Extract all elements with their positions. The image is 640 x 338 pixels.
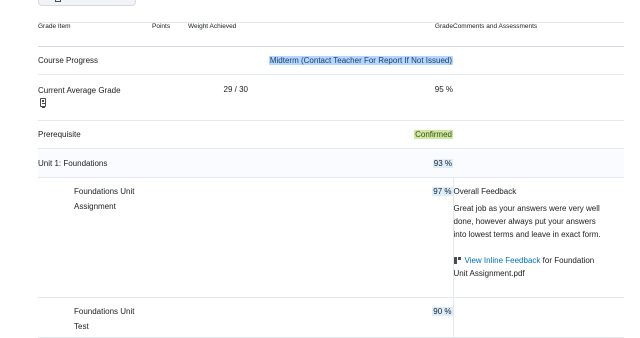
grade-value: 90 % [432, 307, 453, 316]
comments-cell [452, 297, 624, 338]
grade-value: 97 % [432, 187, 453, 196]
grade-item-name: Course Progress [38, 46, 152, 75]
weight-cell [188, 297, 268, 338]
points-cell [152, 177, 188, 298]
points-cell [152, 46, 188, 75]
grade-item-name: Prerequisite [38, 120, 152, 149]
inline-feedback-row: View Inline Feedback for Foundation Unit… [453, 254, 625, 280]
grade-cell: 90 % [268, 297, 453, 338]
comments-cell: Overall Feedback Great job as your answe… [452, 177, 625, 298]
feedback-line: done, however always put your answers [453, 217, 596, 226]
comments-cell [453, 148, 624, 178]
grade-item-label-line1: Foundations Unit [74, 307, 135, 316]
grade-item-label-line2: Assignment [74, 202, 116, 211]
grade-value: Midterm (Contact Teacher For Report If N… [268, 56, 453, 65]
table-header-row: Grade Item Points Weight Achieved Grade … [38, 22, 624, 47]
overall-feedback-text: Great job as your answers were very well… [454, 202, 625, 241]
grades-table: Grade Item Points Weight Achieved Grade … [38, 22, 624, 338]
grade-cell: Midterm (Contact Teacher For Report If N… [268, 46, 453, 75]
grade-item-name: Current Average Grade [38, 74, 152, 121]
table-row-course-progress: Course Progress Midterm (Contact Teacher… [38, 46, 624, 75]
view-inline-feedback-link[interactable]: View Inline Feedback [465, 256, 541, 265]
print-button[interactable] [38, 0, 136, 6]
grade-item-label: Current Average Grade [38, 86, 121, 95]
weight-cell [188, 120, 268, 149]
table-row-foundations-test: Foundations Unit Test 90 % [38, 297, 624, 338]
weight-cell [188, 148, 268, 178]
table-row-unit-1: Unit 1: Foundations 93 % [38, 148, 624, 178]
comments-cell [453, 120, 624, 149]
grade-value: 95 % [434, 85, 453, 94]
feedback-line: into lowest terms and leave in exact for… [453, 230, 601, 239]
grade-cell: 93 % [268, 148, 453, 178]
calculator-icon [40, 98, 46, 108]
points-cell [152, 120, 188, 149]
weight-value: 29 / 30 [223, 85, 248, 94]
weight-cell [188, 177, 268, 298]
grade-value: Confirmed [414, 130, 453, 139]
grade-item-label: Prerequisite [38, 130, 81, 139]
column-header-grade: Grade [268, 22, 453, 47]
grade-item-name: Unit 1: Foundations [38, 148, 152, 178]
column-header-points: Points [152, 22, 188, 47]
category-label: Unit 1: Foundations [38, 158, 108, 168]
inline-feedback-icon [453, 257, 461, 264]
weight-cell: 29 / 30 [188, 74, 268, 121]
grade-item-name: Foundations Unit Assignment [38, 177, 152, 298]
grade-item-name: Foundations Unit Test [38, 297, 152, 338]
points-cell [152, 74, 188, 121]
inline-feedback-filename: Unit Assignment.pdf [453, 269, 525, 278]
grade-item-label: Course Progress [38, 56, 99, 65]
grade-item-label-line2: Test [74, 322, 89, 331]
weight-cell [188, 46, 268, 75]
comments-cell [453, 74, 624, 121]
grade-item-label-line1: Foundations Unit [74, 187, 135, 196]
points-cell [152, 297, 188, 338]
grade-cell: 97 % [268, 177, 453, 298]
table-row-foundations-assignment: Foundations Unit Assignment 97 % Overall… [38, 177, 625, 298]
grade-value: 93 % [432, 158, 453, 168]
printer-icon [55, 0, 61, 2]
feedback-line: Great job as your answers were very well [453, 204, 600, 213]
table-row-current-average: Current Average Grade 29 / 30 95 % [38, 74, 624, 121]
column-header-weight-achieved: Weight Achieved [188, 22, 268, 47]
points-cell [152, 148, 188, 178]
comments-cell [453, 46, 624, 75]
column-header-grade-item: Grade Item [38, 22, 152, 47]
overall-feedback-title: Overall Feedback [453, 187, 517, 196]
column-header-comments: Comments and Assessments [453, 22, 624, 47]
table-row-prerequisite: Prerequisite Confirmed [38, 120, 624, 149]
grade-cell: Confirmed [268, 120, 453, 149]
grade-cell: 95 % [268, 74, 453, 121]
inline-feedback-suffix: for Foundation [542, 256, 595, 265]
